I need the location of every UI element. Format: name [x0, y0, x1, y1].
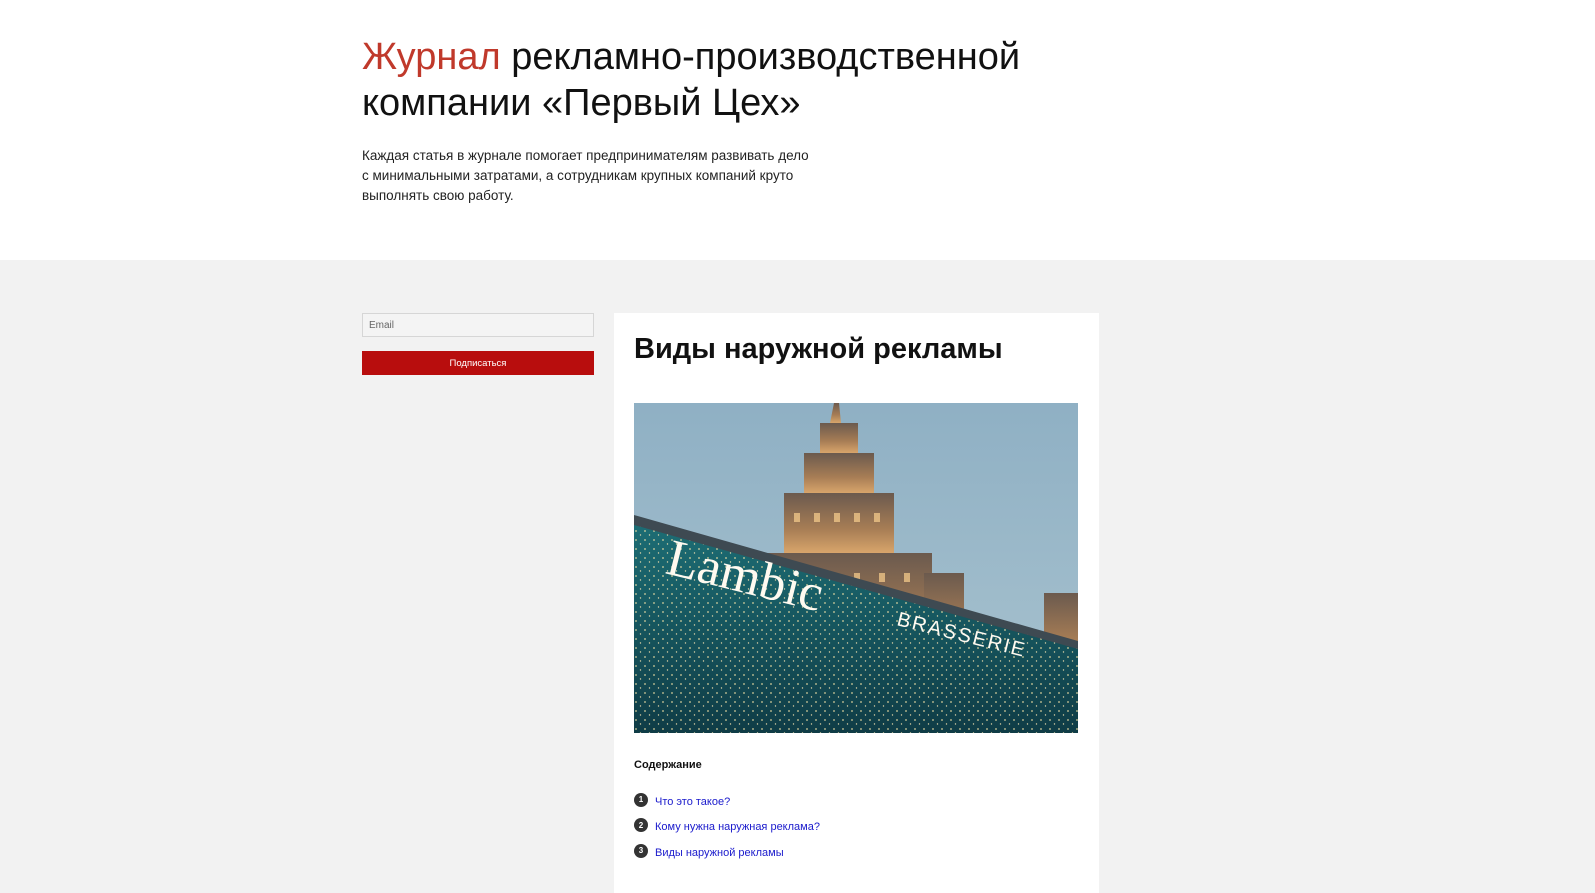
- page-header: Журнал рекламно-производственной компани…: [0, 0, 1595, 260]
- toc-item: 2 Кому нужна наружная реклама?: [634, 815, 820, 841]
- article-card: Виды наружной рекламы Lambic BRASSERIE С…: [614, 313, 1099, 893]
- toc-title: Содержание: [634, 759, 702, 771]
- page-intro: Каждая статья в журнале помогает предпри…: [362, 146, 832, 206]
- intro-line-1: Каждая статья в журнале помогает предпри…: [362, 148, 809, 163]
- toc-number-badge: 1: [634, 792, 648, 807]
- subscribe-button[interactable]: Подписаться: [362, 351, 594, 375]
- toc-link-what-is-it[interactable]: Что это такое?: [655, 796, 730, 808]
- toc-link-types[interactable]: Виды наружной рекламы: [655, 847, 784, 859]
- email-field[interactable]: [362, 313, 594, 337]
- intro-line-3: выполнять свою работу.: [362, 188, 514, 203]
- table-of-contents: 1 Что это такое? 2 Кому нужна наружная р…: [634, 789, 820, 866]
- page-title-accent: Журнал: [362, 36, 501, 78]
- page-title-line2: компании «Первый Цех»: [362, 82, 801, 124]
- toc-number-badge: 2: [634, 818, 648, 833]
- intro-line-2: с минимальными затратами, а сотрудникам …: [362, 168, 794, 183]
- article-title: Виды наружной рекламы: [634, 333, 1003, 365]
- toc-number-badge: 3: [634, 843, 648, 858]
- toc-item: 3 Виды наружной рекламы: [634, 840, 820, 866]
- toc-item: 1 Что это такое?: [634, 789, 820, 815]
- page-title: Журнал рекламно-производственной компани…: [362, 34, 1062, 126]
- toc-link-who-needs[interactable]: Кому нужна наружная реклама?: [655, 821, 820, 833]
- article-hero-image: Lambic BRASSERIE: [634, 403, 1078, 733]
- page-title-rest: рекламно-производственной: [500, 36, 1021, 78]
